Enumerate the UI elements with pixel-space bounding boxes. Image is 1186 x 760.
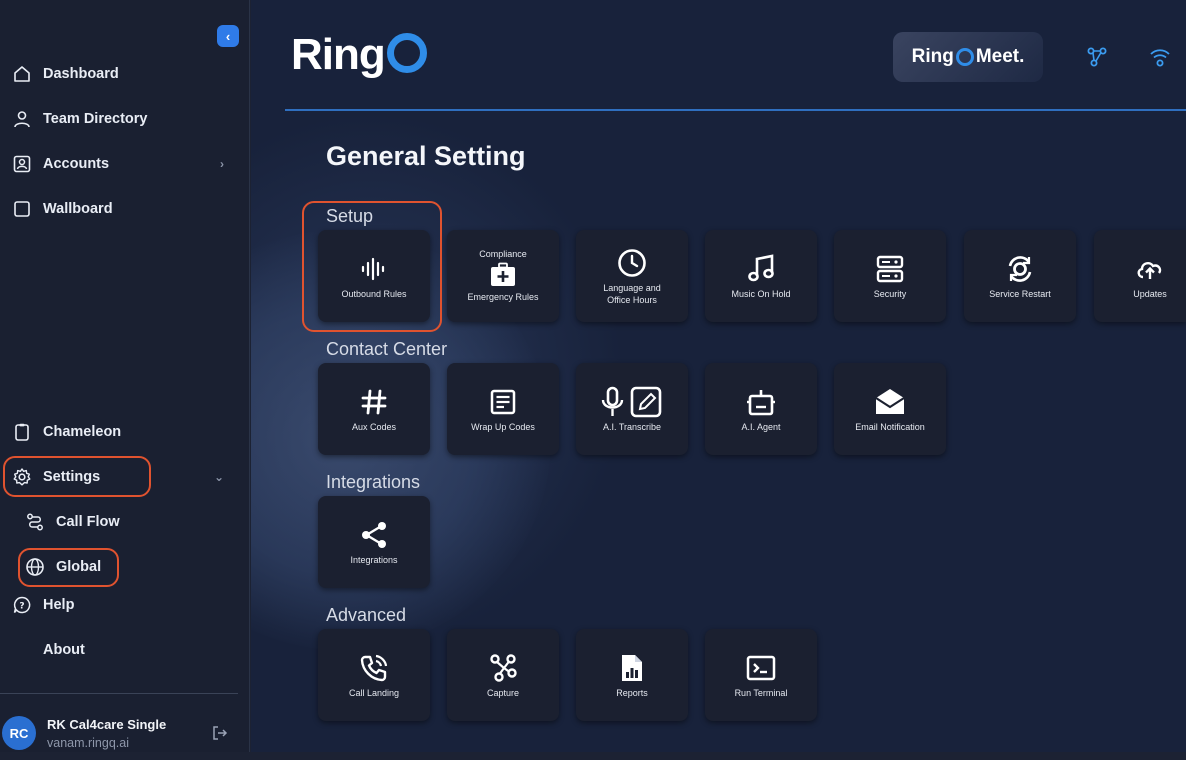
chevron-right-icon: ›: [220, 157, 224, 171]
tile-run-terminal[interactable]: Run Terminal: [705, 629, 817, 721]
hash-icon: [360, 386, 388, 418]
home-icon: [12, 64, 32, 84]
clipboard-icon: [12, 422, 32, 442]
waveform-icon: [360, 253, 388, 285]
music-note-icon: [746, 253, 776, 285]
wifi-icon[interactable]: [1149, 46, 1171, 73]
tile-integrations[interactable]: Integrations: [318, 496, 430, 588]
tile-ai-transcribe[interactable]: A.I. Transcribe: [576, 363, 688, 455]
sidebar-item-call-flow[interactable]: Call Flow: [0, 502, 250, 542]
chevron-left-icon: ‹: [225, 28, 231, 44]
sidebar-item-chameleon[interactable]: Chameleon: [0, 412, 250, 452]
nodes-icon: [488, 652, 518, 684]
user-icon: [12, 109, 32, 129]
sidebar-item-dashboard[interactable]: Dashboard: [0, 54, 250, 94]
cloud-upload-icon: [1135, 253, 1165, 285]
ringq-meet-button[interactable]: Ring Meet.: [893, 32, 1043, 82]
tile-wrap-up-codes[interactable]: Wrap Up Codes: [447, 363, 559, 455]
tile-email-notification[interactable]: Email Notification: [834, 363, 946, 455]
robot-icon: [746, 386, 776, 418]
share-icon: [359, 519, 389, 551]
globe-icon: [25, 557, 45, 577]
sidebar-item-team-directory[interactable]: Team Directory: [0, 99, 250, 139]
logout-icon[interactable]: [211, 724, 229, 747]
tile-call-landing[interactable]: Call Landing: [318, 629, 430, 721]
envelope-open-icon: [874, 386, 906, 418]
tile-security[interactable]: Security: [834, 230, 946, 322]
sidebar-item-about[interactable]: About: [0, 630, 250, 670]
document-icon: [489, 386, 517, 418]
collapse-sidebar-button[interactable]: ‹: [217, 25, 239, 47]
sidebar-item-label: Team Directory: [43, 111, 148, 127]
ringq-logo: Ring: [291, 30, 427, 80]
user-name: RK Cal4care Single: [47, 717, 167, 732]
section-advanced: Advanced: [326, 605, 407, 625]
tile-aux-codes[interactable]: Aux Codes: [318, 363, 430, 455]
sidebar-item-accounts[interactable]: Accounts ›: [0, 144, 250, 184]
tile-updates[interactable]: Updates: [1094, 230, 1186, 322]
sidebar-item-label: Wallboard: [43, 201, 113, 217]
tile-ai-agent[interactable]: A.I. Agent: [705, 363, 817, 455]
phone-ringing-icon: [359, 652, 389, 684]
sidebar: ‹ Dashboard Team Directory Accounts › Wa…: [0, 0, 250, 752]
sidebar-item-label: Dashboard: [43, 66, 119, 82]
tile-music-on-hold[interactable]: Music On Hold: [705, 230, 817, 322]
tile-capture[interactable]: Capture: [447, 629, 559, 721]
server-icon: [875, 253, 905, 285]
sidebar-item-settings[interactable]: Settings ⌄: [0, 457, 250, 497]
sidebar-divider: [0, 693, 238, 694]
mic-edit-icon: [600, 386, 664, 418]
svg-text:?: ?: [19, 602, 24, 612]
tile-language-office-hours[interactable]: Language and Office Hours: [576, 230, 688, 322]
network-icon[interactable]: [1086, 46, 1108, 73]
section-contact-center: Contact Center: [326, 339, 448, 359]
tile-emergency-rules[interactable]: Compliance Emergency Rules: [447, 230, 559, 322]
medical-kit-icon: [488, 262, 518, 288]
sidebar-item-label: About: [43, 642, 85, 658]
sidebar-item-label: Global: [56, 559, 102, 575]
report-file-icon: [619, 652, 645, 684]
sidebar-item-global[interactable]: Global: [0, 547, 250, 587]
terminal-icon: [746, 652, 776, 684]
sidebar-item-help[interactable]: ? Help: [0, 585, 250, 625]
sidebar-item-label: Accounts: [43, 156, 110, 172]
route-icon: [25, 512, 45, 532]
sidebar-item-label: Chameleon: [43, 424, 122, 440]
tile-reports[interactable]: Reports: [576, 629, 688, 721]
sidebar-item-label: Help: [43, 597, 75, 613]
clock-icon: [617, 247, 647, 279]
square-icon: [12, 199, 32, 219]
tile-outbound-rules[interactable]: Outbound Rules: [318, 230, 430, 322]
page-title: General Setting: [326, 141, 526, 171]
user-host: vanam.ringq.ai: [47, 736, 129, 750]
gear-icon: [12, 467, 32, 487]
sidebar-item-label: Call Flow: [56, 514, 120, 530]
avatar[interactable]: RC: [2, 716, 36, 750]
header-divider: [285, 109, 1186, 111]
section-integrations: Integrations: [326, 472, 421, 492]
chevron-down-icon: ⌄: [213, 470, 224, 484]
main-content: Ring Ring Meet. General Setting Setup Out…: [251, 0, 1186, 752]
sidebar-item-wallboard[interactable]: Wallboard: [0, 189, 250, 229]
sidebar-item-label: Settings: [43, 469, 101, 485]
account-card-icon: [12, 154, 32, 174]
restart-icon: [1005, 253, 1035, 285]
tile-service-restart[interactable]: Service Restart: [964, 230, 1076, 322]
help-icon: ?: [12, 595, 32, 615]
